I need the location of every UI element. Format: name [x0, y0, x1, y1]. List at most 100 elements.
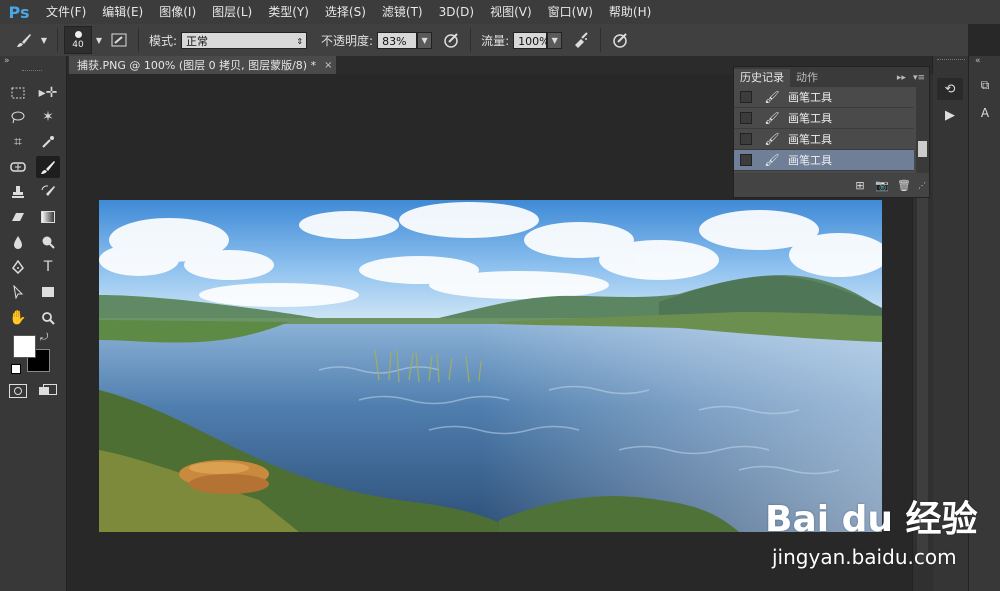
menu-image[interactable]: 图像(I): [151, 0, 204, 24]
history-source-checkbox[interactable]: [740, 154, 752, 166]
history-item[interactable]: 🖌 画笔工具: [734, 87, 914, 108]
flow-input[interactable]: 100%: [513, 31, 550, 49]
toolbox: » ▸✛ ✶ ⌗ T ✋ ⤾: [0, 56, 67, 591]
history-source-checkbox[interactable]: [740, 112, 752, 124]
brush-icon: 🖌: [764, 132, 780, 146]
document-tab[interactable]: 捕获.PNG @ 100% (图层 0 拷贝, 图层蒙版/8) * ×: [69, 56, 337, 74]
hand-tool-icon[interactable]: ✋: [6, 307, 30, 329]
scrollbar-thumb[interactable]: [918, 141, 927, 157]
path-selection-icon[interactable]: [6, 281, 30, 303]
chevron-down-icon[interactable]: ▼: [40, 30, 48, 50]
crop-tool-icon[interactable]: ⌗: [6, 131, 30, 153]
mode-select[interactable]: 正常 ⇕: [181, 31, 308, 49]
brush-tool-icon[interactable]: [36, 156, 60, 178]
move-tool-icon[interactable]: ▸✛: [36, 82, 60, 104]
history-item[interactable]: 🖌 画笔工具: [734, 108, 914, 129]
brush-size-picker[interactable]: 40: [64, 26, 92, 54]
resize-grip-icon[interactable]: ⋰: [915, 181, 929, 190]
trash-icon[interactable]: 🗑: [893, 179, 915, 192]
gradient-tool-icon[interactable]: [36, 206, 60, 228]
zoom-tool-icon[interactable]: [36, 307, 60, 329]
menu-view[interactable]: 视图(V): [482, 0, 540, 24]
separator: [600, 28, 602, 52]
brush-size-value: 40: [72, 40, 84, 50]
history-brush-icon[interactable]: [36, 181, 60, 203]
panel-collapse-icon[interactable]: ▸▸: [894, 69, 909, 87]
magic-wand-icon[interactable]: ✶: [36, 106, 60, 128]
panel-menu-icon[interactable]: ▾≡: [909, 69, 929, 87]
collapse-arrows-icon[interactable]: »: [4, 56, 10, 66]
marquee-tool-icon[interactable]: [6, 82, 30, 104]
history-item-label: 画笔工具: [788, 112, 832, 125]
menu-select[interactable]: 选择(S): [317, 0, 374, 24]
history-source-checkbox[interactable]: [740, 91, 752, 103]
chevron-down-icon[interactable]: ▼: [95, 30, 103, 50]
default-colors-icon[interactable]: [11, 364, 21, 374]
dodge-tool-icon[interactable]: [36, 231, 60, 253]
history-item-label: 画笔工具: [788, 154, 832, 167]
history-source-checkbox[interactable]: [740, 133, 752, 145]
character-panel-icon[interactable]: ⧉: [975, 78, 995, 98]
document-tab-title: 捕获.PNG @ 100% (图层 0 拷贝, 图层蒙版/8) *: [77, 59, 317, 72]
pressure-size-icon[interactable]: [610, 30, 630, 50]
opacity-input[interactable]: 83%: [377, 31, 418, 49]
flow-label: 流量:: [481, 33, 510, 48]
menu-edit[interactable]: 编辑(E): [94, 0, 151, 24]
new-document-from-state-icon[interactable]: ⊞: [849, 179, 871, 192]
history-panel-icon[interactable]: ⟲: [937, 78, 963, 100]
quick-mask-icon[interactable]: [9, 384, 27, 398]
flow-dropdown[interactable]: ▼: [547, 31, 563, 49]
separator: [57, 28, 58, 52]
swap-colors-icon[interactable]: ⤾: [40, 332, 48, 343]
collapse-arrows-icon[interactable]: «: [975, 56, 981, 66]
menu-filter[interactable]: 滤镜(T): [374, 0, 431, 24]
close-icon[interactable]: ×: [324, 60, 332, 71]
menu-type[interactable]: 类型(Y): [260, 0, 317, 24]
brush-icon: 🖌: [764, 153, 780, 167]
history-panel-footer: ⊞ 📷 🗑 ⋰: [734, 173, 929, 197]
brush-panel-toggle-icon[interactable]: [109, 30, 129, 50]
opacity-label: 不透明度:: [321, 33, 374, 48]
screen-mode-icon[interactable]: [39, 384, 57, 396]
airbrush-icon[interactable]: [571, 30, 591, 50]
eyedropper-icon[interactable]: [36, 131, 60, 153]
separator: [138, 28, 139, 52]
options-bar: ▼ 40 ▼ 模式: 正常 ⇕ 不透明度: 83% ▼ 流量: 100% ▼: [0, 24, 968, 57]
history-item-label: 画笔工具: [788, 91, 832, 104]
toolbox-grip: [22, 70, 42, 73]
history-item-selected[interactable]: 🖌 画笔工具: [734, 150, 914, 171]
opacity-dropdown[interactable]: ▼: [417, 31, 433, 49]
history-item-label: 画笔工具: [788, 133, 832, 146]
eraser-icon[interactable]: [6, 206, 30, 228]
brush-icon: 🖌: [764, 111, 780, 125]
foreground-color-swatch[interactable]: [13, 335, 36, 358]
menu-help[interactable]: 帮助(H): [601, 0, 659, 24]
history-item[interactable]: 🖌 画笔工具: [734, 129, 914, 150]
tab-actions[interactable]: 动作: [790, 69, 824, 87]
blur-tool-icon[interactable]: [6, 231, 30, 253]
photoshop-logo: Ps: [8, 2, 30, 22]
rectangle-tool-icon[interactable]: [36, 281, 60, 303]
menu-layer[interactable]: 图层(L): [204, 0, 260, 24]
menu-file[interactable]: 文件(F): [38, 0, 94, 24]
pressure-opacity-icon[interactable]: [441, 30, 461, 50]
tab-history[interactable]: 历史记录: [734, 69, 790, 87]
history-panel-tabs: 历史记录 动作 ▸▸ ▾≡: [734, 67, 929, 87]
document-image[interactable]: [99, 200, 882, 532]
snapshot-camera-icon[interactable]: 📷: [871, 179, 893, 192]
history-scrollbar[interactable]: [916, 87, 929, 173]
pen-tool-icon[interactable]: [6, 256, 30, 278]
brush-tool-preset-icon[interactable]: [14, 30, 34, 50]
clone-stamp-icon[interactable]: [6, 181, 30, 203]
menu-3d[interactable]: 3D(D): [431, 0, 482, 24]
baidu-jingyan-watermark-url: jingyan.baidu.com: [772, 545, 957, 569]
paragraph-panel-icon[interactable]: A: [975, 106, 995, 126]
mode-value: 正常: [186, 34, 209, 48]
baidu-jingyan-watermark-logo: Bai du 经验: [765, 499, 978, 540]
menu-window[interactable]: 窗口(W): [540, 0, 601, 24]
healing-brush-icon[interactable]: [6, 156, 30, 178]
actions-play-icon[interactable]: ▶: [937, 104, 963, 126]
type-tool-icon[interactable]: T: [36, 256, 60, 278]
dock-grip: [937, 59, 965, 63]
lasso-tool-icon[interactable]: [6, 106, 30, 128]
